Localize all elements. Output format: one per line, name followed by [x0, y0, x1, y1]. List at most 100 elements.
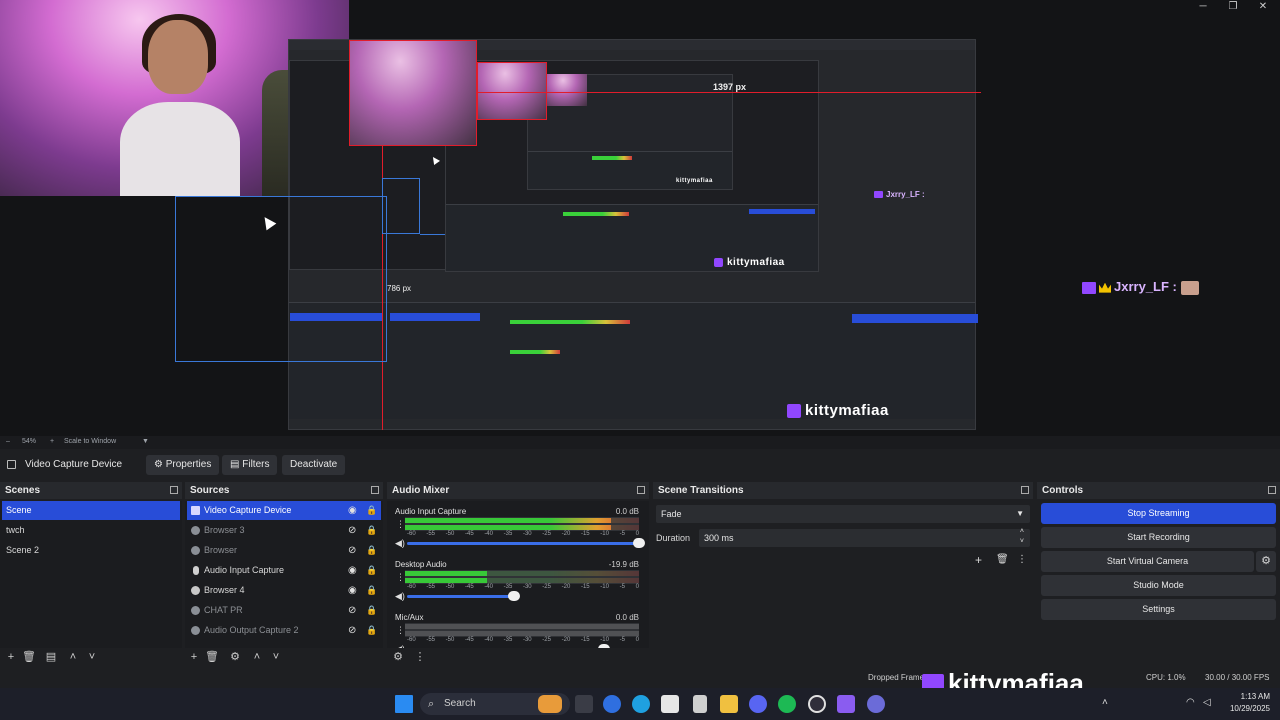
copilot-icon[interactable]	[603, 695, 621, 713]
kebab-menu-icon[interactable]: ⋮	[396, 625, 405, 636]
chevron-up-icon[interactable]: ˄	[250, 650, 264, 664]
clock-time[interactable]: 1:13 AM	[1222, 692, 1270, 701]
source-item[interactable]: Browser 3 ⊘ 🔒	[187, 521, 381, 540]
filters-button[interactable]: ▤ Filters	[222, 455, 278, 475]
studio-mode-button[interactable]: Studio Mode	[1041, 575, 1276, 596]
chevron-up-icon[interactable]: ˄	[1102, 697, 1108, 708]
start-virtual-camera-button[interactable]: Start Virtual Camera	[1041, 551, 1254, 572]
lock-icon[interactable]: 🔒	[366, 605, 377, 616]
chevron-down-icon[interactable]: ˅	[85, 650, 99, 664]
settings-button[interactable]: Settings	[1041, 599, 1276, 620]
source-item[interactable]: Browser ⊘ 🔒	[187, 541, 381, 560]
scale-tick: -15	[580, 584, 590, 590]
watermark-text: kittymafiaa	[676, 178, 713, 184]
gear-icon[interactable]: ⚙	[1256, 551, 1276, 572]
task-view-icon[interactable]	[575, 695, 593, 713]
eye-hidden-icon[interactable]: ⊘	[348, 545, 359, 556]
volume-icon[interactable]: ◁	[1203, 697, 1211, 708]
gear-icon[interactable]: ⚙	[228, 650, 242, 664]
start-recording-button[interactable]: Start Recording	[1041, 527, 1276, 548]
pin-icon[interactable]	[693, 695, 707, 713]
stop-streaming-button[interactable]: Stop Streaming	[1041, 503, 1276, 524]
chevron-down-icon[interactable]: ˅	[269, 650, 283, 664]
eye-icon[interactable]: ◉	[348, 565, 359, 576]
properties-button[interactable]: ⚙ Properties	[146, 455, 220, 475]
trash-icon[interactable]: 🗑	[205, 650, 219, 664]
channel-name: Audio Input Capture	[395, 507, 467, 516]
source-item[interactable]: Audio Input Capture ◉ 🔒	[187, 561, 381, 580]
undock-icon[interactable]	[170, 486, 178, 494]
scenes-dock-header: Scenes	[0, 482, 182, 499]
source-item[interactable]: Audio Output Capture 2 ⊘ 🔒	[187, 621, 381, 640]
source-label: Audio Output Capture 2	[204, 625, 299, 635]
discord-icon[interactable]	[749, 695, 767, 713]
edge-icon[interactable]	[632, 695, 650, 713]
windows-start-icon[interactable]	[395, 695, 413, 713]
trash-icon[interactable]: 🗑	[996, 554, 1009, 565]
scene-item[interactable]: Scene 2	[2, 541, 180, 560]
scale-mode[interactable]: Scale to Window	[64, 438, 116, 445]
preview-canvas[interactable]: ─ ❐ ✕ 1397 px 786 px Jxrry_LF: Jxrry_LF…	[0, 0, 1280, 436]
clock-date[interactable]: 10/29/2025	[1222, 704, 1270, 713]
source-item[interactable]: CHAT PR ⊘ 🔒	[187, 601, 381, 620]
undock-icon[interactable]	[371, 486, 379, 494]
spin-icon[interactable]: ˄ ˅	[1020, 527, 1024, 547]
minimize-button[interactable]: ─	[1188, 0, 1218, 14]
volume-slider[interactable]	[407, 591, 520, 601]
globe-icon	[191, 546, 200, 555]
eye-hidden-icon[interactable]: ⊘	[348, 625, 359, 636]
trash-icon[interactable]: 🗑	[22, 650, 36, 664]
kebab-menu-icon[interactable]: ⋮	[396, 519, 405, 530]
volume-slider[interactable]	[407, 538, 645, 548]
mixer-channel: Desktop Audio -19.9 dB ⋮ -60 -55 -50 -45 -40 -35…	[393, 560, 639, 612]
chevron-down-icon[interactable]: ▼	[142, 438, 149, 445]
duration-input[interactable]: 300 ms ˄ ˅	[699, 527, 1030, 547]
zoom-in-button[interactable]: +	[50, 438, 54, 445]
undock-icon[interactable]	[1268, 486, 1276, 494]
lock-icon[interactable]: 🔒	[366, 505, 377, 516]
eye-hidden-icon[interactable]: ⊘	[348, 525, 359, 536]
add-icon[interactable]: +	[187, 650, 201, 664]
speaker-icon[interactable]: ◀)	[395, 538, 405, 549]
add-icon[interactable]: +	[4, 650, 18, 664]
deactivate-button[interactable]: Deactivate	[282, 455, 346, 475]
spotify-icon[interactable]	[778, 695, 796, 713]
slider-handle[interactable]	[507, 591, 520, 601]
wifi-icon[interactable]: ◠	[1186, 697, 1195, 708]
kebab-menu-icon[interactable]: ⋮	[413, 650, 427, 664]
gear-icon[interactable]: ⚙	[391, 650, 405, 664]
kebab-menu-icon[interactable]: ⋮	[396, 572, 405, 583]
lock-icon[interactable]: 🔒	[366, 565, 377, 576]
eye-hidden-icon[interactable]: ⊘	[348, 605, 359, 616]
undock-icon[interactable]	[637, 486, 645, 494]
lock-icon[interactable]: 🔒	[366, 545, 377, 556]
scene-item[interactable]: Scene	[2, 501, 180, 520]
speaker-icon[interactable]: ◀)	[395, 591, 405, 602]
transition-select[interactable]: Fade ▼	[656, 505, 1030, 523]
source-item[interactable]: Browser 4 ◉ 🔒	[187, 581, 381, 600]
folder-icon[interactable]	[720, 695, 738, 713]
store-icon[interactable]	[661, 695, 679, 713]
undock-icon[interactable]	[1021, 486, 1029, 494]
zoom-out-button[interactable]: –	[6, 438, 10, 445]
source-item[interactable]: Video Capture Device ◉ 🔒	[187, 501, 381, 520]
eye-icon[interactable]: ◉	[348, 505, 359, 516]
lock-icon[interactable]: 🔒	[366, 525, 377, 536]
kebab-menu-icon[interactable]: ⋮	[1017, 554, 1027, 565]
maximize-button[interactable]: ❐	[1218, 0, 1248, 14]
close-button[interactable]: ✕	[1248, 0, 1278, 14]
app-icon[interactable]	[837, 695, 855, 713]
add-icon[interactable]: +	[975, 553, 982, 567]
lock-icon[interactable]: 🔒	[366, 585, 377, 596]
slider-handle[interactable]	[633, 538, 645, 548]
eye-icon[interactable]: ◉	[348, 585, 359, 596]
selection-box[interactable]	[349, 40, 477, 146]
scene-item[interactable]: twch	[2, 521, 180, 540]
scenes-title: Scenes	[5, 485, 41, 496]
obs-icon[interactable]	[808, 695, 826, 713]
meter-track	[405, 624, 639, 629]
lock-icon[interactable]: 🔒	[366, 625, 377, 636]
chevron-up-icon[interactable]: ˄	[66, 650, 80, 664]
app-icon-2[interactable]	[867, 695, 885, 713]
filter-icon[interactable]: ▤	[44, 650, 58, 664]
